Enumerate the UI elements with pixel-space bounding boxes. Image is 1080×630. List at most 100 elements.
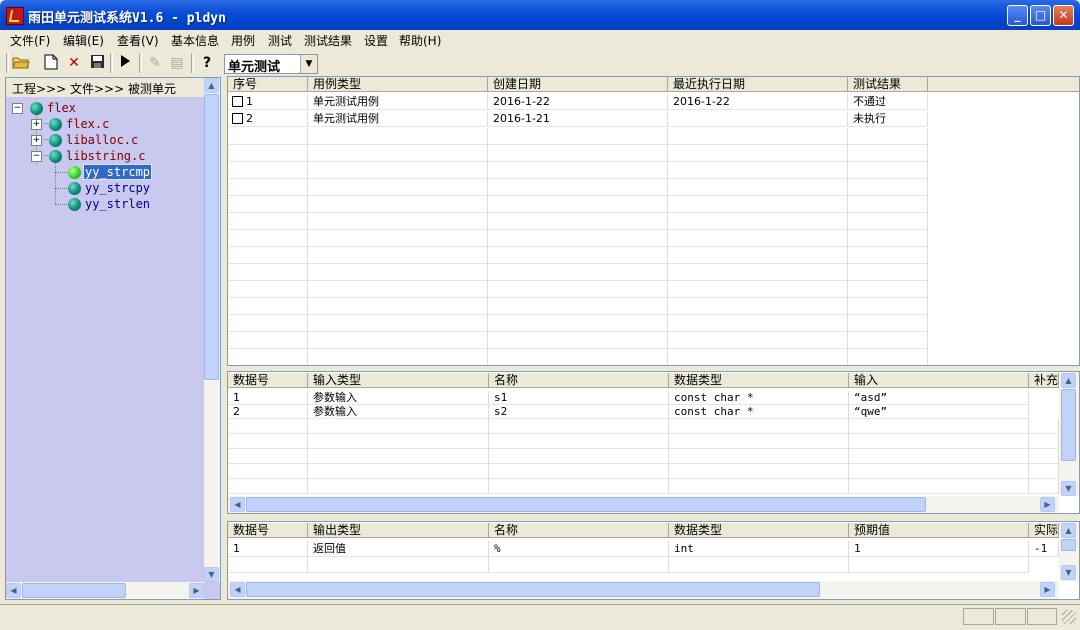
- empty-grid-cell[interactable]: [849, 464, 1029, 479]
- tree-unit-yy-strlen[interactable]: yy_strlen: [85, 197, 150, 211]
- scroll-down-icon[interactable]: ▼: [1061, 481, 1076, 496]
- empty-grid-cell[interactable]: [488, 196, 668, 213]
- empty-grid-cell[interactable]: [668, 179, 848, 196]
- menu-edit[interactable]: 编辑(E): [63, 32, 104, 49]
- input-grid-vertical-scrollbar[interactable]: ▲ ▼: [1059, 372, 1079, 496]
- empty-grid-cell[interactable]: [308, 128, 488, 145]
- scrollbar-thumb[interactable]: [1061, 539, 1076, 551]
- column-header[interactable]: 实际: [1029, 523, 1059, 538]
- menu-view[interactable]: 查看(V): [117, 32, 159, 49]
- table-row-cell[interactable]: 单元测试用例: [308, 111, 488, 127]
- table-row-cell[interactable]: [228, 557, 308, 573]
- scroll-up-icon[interactable]: ▲: [1061, 373, 1076, 388]
- column-header[interactable]: 数据类型: [669, 523, 849, 538]
- empty-grid-cell[interactable]: [308, 464, 489, 479]
- empty-grid-cell[interactable]: [228, 449, 308, 464]
- menu-help[interactable]: 帮助(H): [399, 32, 441, 49]
- delete-icon[interactable]: ✕: [65, 54, 83, 72]
- output-grid-horizontal-scrollbar[interactable]: ◀ ▶: [228, 581, 1059, 599]
- empty-grid-cell[interactable]: [848, 162, 928, 179]
- tree-file-flex-c[interactable]: flex.c: [66, 117, 109, 131]
- empty-grid-cell[interactable]: [308, 419, 489, 434]
- empty-grid-cell[interactable]: [668, 230, 848, 247]
- empty-grid-cell[interactable]: [1029, 449, 1059, 464]
- empty-grid-cell[interactable]: [488, 230, 668, 247]
- scrollbar-thumb[interactable]: [22, 583, 126, 598]
- table-row-cell[interactable]: 1: [228, 94, 308, 110]
- empty-grid-cell[interactable]: [488, 332, 668, 349]
- empty-grid-cell[interactable]: [848, 315, 928, 332]
- empty-grid-cell[interactable]: [489, 449, 669, 464]
- empty-grid-cell[interactable]: [308, 479, 489, 494]
- new-file-icon[interactable]: [42, 54, 60, 72]
- table-row-cell[interactable]: 返回值: [308, 541, 489, 557]
- row-checkbox[interactable]: [232, 96, 243, 107]
- menu-test-results[interactable]: 测试结果: [304, 32, 352, 49]
- empty-grid-cell[interactable]: [228, 145, 308, 162]
- empty-grid-cell[interactable]: [489, 464, 669, 479]
- empty-grid-cell[interactable]: [668, 213, 848, 230]
- column-header[interactable]: 数据号: [228, 523, 308, 538]
- column-header[interactable]: 用例类型: [308, 77, 488, 92]
- tree-unit-yy-strcpy[interactable]: yy_strcpy: [85, 181, 150, 195]
- empty-grid-cell[interactable]: [849, 479, 1029, 494]
- tree-horizontal-scrollbar[interactable]: ◀ ▶: [6, 582, 204, 599]
- empty-grid-cell[interactable]: [489, 419, 669, 434]
- project-tree[interactable]: − flex + flex.c + liballoc.c − libstring…: [6, 98, 204, 582]
- menu-test[interactable]: 测试: [268, 32, 292, 49]
- table-row-cell[interactable]: [489, 557, 669, 573]
- empty-grid-cell[interactable]: [228, 213, 308, 230]
- empty-grid-cell[interactable]: [488, 247, 668, 264]
- scroll-up-icon[interactable]: ▲: [204, 78, 219, 93]
- scroll-left-icon[interactable]: ◀: [230, 497, 245, 512]
- run-icon[interactable]: [116, 54, 134, 72]
- empty-grid-cell[interactable]: [488, 128, 668, 145]
- empty-grid-cell[interactable]: [308, 230, 488, 247]
- scroll-left-icon[interactable]: ◀: [6, 583, 21, 598]
- empty-grid-cell[interactable]: [228, 162, 308, 179]
- empty-grid-cell[interactable]: [668, 162, 848, 179]
- empty-grid-cell[interactable]: [668, 315, 848, 332]
- scrollbar-thumb[interactable]: [246, 582, 820, 597]
- empty-grid-cell[interactable]: [849, 449, 1029, 464]
- table-row-cell[interactable]: const char *: [669, 391, 849, 405]
- table-row-cell[interactable]: “asd”: [849, 391, 1029, 405]
- empty-grid-cell[interactable]: [848, 281, 928, 298]
- empty-grid-cell[interactable]: [668, 281, 848, 298]
- empty-grid-cell[interactable]: [228, 419, 308, 434]
- empty-grid-cell[interactable]: [228, 479, 308, 494]
- column-header[interactable]: 补充: [1029, 373, 1059, 388]
- table-row-cell[interactable]: [668, 111, 848, 127]
- empty-grid-cell[interactable]: [228, 196, 308, 213]
- report-icon[interactable]: ▤: [168, 54, 186, 72]
- empty-grid-cell[interactable]: [668, 349, 848, 365]
- empty-grid-cell[interactable]: [849, 419, 1029, 434]
- empty-grid-cell[interactable]: [228, 332, 308, 349]
- empty-grid-cell[interactable]: [308, 162, 488, 179]
- empty-grid-cell[interactable]: [308, 247, 488, 264]
- empty-grid-cell[interactable]: [848, 332, 928, 349]
- scroll-right-icon[interactable]: ▶: [1040, 497, 1055, 512]
- column-header[interactable]: 名称: [489, 373, 669, 388]
- table-row-cell[interactable]: %: [489, 541, 669, 557]
- table-row-cell[interactable]: s2: [489, 405, 669, 419]
- empty-grid-cell[interactable]: [488, 349, 668, 365]
- empty-grid-cell[interactable]: [669, 479, 849, 494]
- tree-file-libstring-c[interactable]: libstring.c: [66, 149, 145, 163]
- table-row-cell[interactable]: 2016-1-22: [488, 94, 668, 110]
- minimize-button[interactable]: _: [1007, 5, 1028, 26]
- empty-grid-cell[interactable]: [488, 162, 668, 179]
- scrollbar-thumb[interactable]: [204, 94, 219, 380]
- column-header[interactable]: 创建日期: [488, 77, 668, 92]
- scrollbar-thumb[interactable]: [1061, 389, 1076, 461]
- column-header[interactable]: 测试结果: [848, 77, 928, 92]
- input-grid-horizontal-scrollbar[interactable]: ◀ ▶: [228, 496, 1059, 513]
- empty-grid-cell[interactable]: [488, 281, 668, 298]
- empty-grid-cell[interactable]: [848, 298, 928, 315]
- table-row-cell[interactable]: -1: [1029, 541, 1059, 557]
- empty-grid-cell[interactable]: [228, 247, 308, 264]
- empty-grid-cell[interactable]: [848, 128, 928, 145]
- scroll-left-icon[interactable]: ◀: [230, 582, 245, 597]
- empty-grid-cell[interactable]: [308, 315, 488, 332]
- empty-grid-cell[interactable]: [308, 213, 488, 230]
